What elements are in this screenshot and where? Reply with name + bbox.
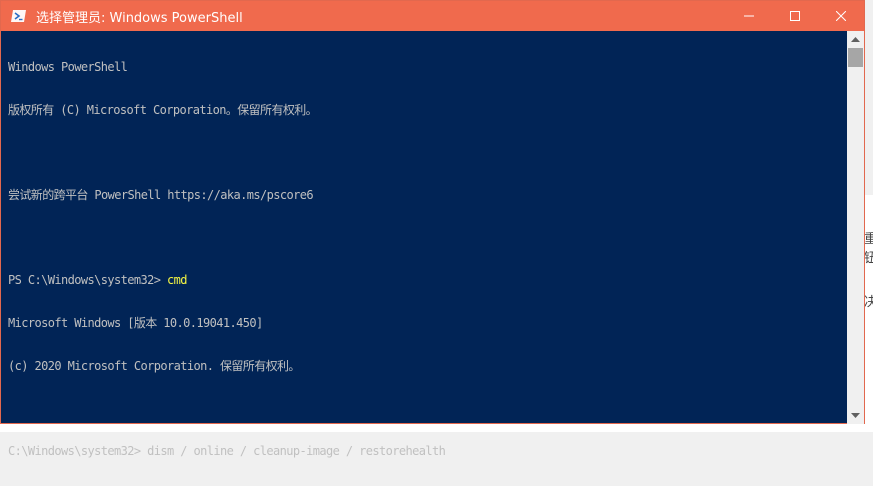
scroll-down-button[interactable] [847, 407, 864, 424]
console-output[interactable]: Windows PowerShell 版权所有 (C) Microsoft Co… [8, 32, 846, 457]
console-line: 尝试新的跨平台 PowerShell https://aka.ms/pscore… [8, 188, 314, 203]
scroll-up-button[interactable] [847, 31, 864, 48]
scrollbar-thumb[interactable] [848, 48, 863, 67]
powershell-icon [11, 10, 26, 22]
console-line: Windows PowerShell [8, 60, 128, 75]
title-bar[interactable]: 选择管理员: Windows PowerShell [1, 1, 864, 31]
background-text-right-1: 重 [864, 232, 873, 247]
scroll-down-icon [851, 413, 860, 418]
close-button[interactable] [818, 1, 864, 31]
console-line: (c) 2020 Microsoft Corporation. 保留所有权利。 [8, 358, 300, 373]
background-text-right-2: 钮 [864, 251, 873, 266]
ps-command: cmd [160, 273, 187, 288]
vertical-scrollbar[interactable] [847, 31, 864, 424]
window-title: 选择管理员: Windows PowerShell [36, 10, 243, 26]
console-command-line: C:\Windows\system32> dism / online / cle… [8, 443, 446, 458]
console-line: 版权所有 (C) Microsoft Corporation。保留所有权利。 [8, 103, 318, 117]
powershell-window: 选择管理员: Windows PowerShell Windows PowerS… [0, 0, 865, 458]
close-icon [836, 11, 846, 21]
caption-buttons [726, 1, 864, 31]
console-line: Microsoft Windows [版本 10.0.19041.450] [8, 315, 263, 330]
background-text-right-3: 决 [864, 295, 873, 310]
ps-prompt: PS C:\Windows\system32> [8, 273, 161, 288]
minimize-button[interactable] [726, 1, 772, 31]
scroll-up-icon [851, 37, 860, 42]
maximize-icon [790, 11, 800, 21]
console-prompt-line: PS C:\Windows\system32> cmd [8, 273, 846, 287]
maximize-button[interactable] [772, 1, 818, 31]
minimize-icon [744, 15, 754, 17]
